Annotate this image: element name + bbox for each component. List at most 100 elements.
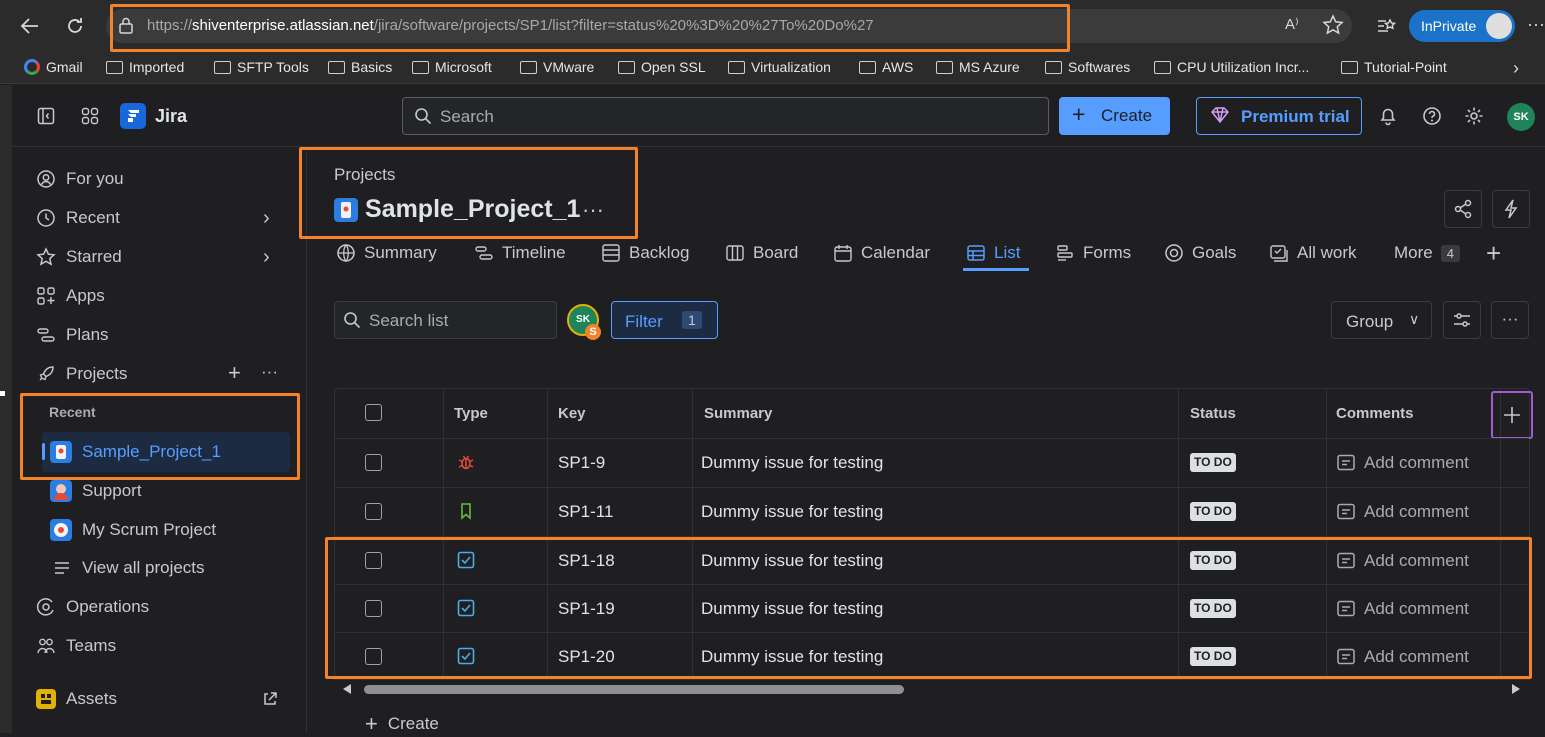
- bookmark-folder[interactable]: Softwares: [1045, 59, 1130, 75]
- status-badge[interactable]: TO DO: [1190, 453, 1236, 472]
- tab-list[interactable]: List: [966, 243, 1020, 263]
- tab-backlog[interactable]: Backlog: [601, 243, 689, 263]
- add-project-icon[interactable]: +: [228, 360, 241, 386]
- sidebar-item-projects[interactable]: Projects: [36, 364, 127, 384]
- sidebar-project-support[interactable]: Support: [50, 480, 142, 502]
- add-column-button[interactable]: [1491, 391, 1533, 439]
- issue-summary[interactable]: Dummy issue for testing: [701, 647, 883, 667]
- tab-all-work[interactable]: All work: [1269, 243, 1357, 263]
- column-header-key[interactable]: Key: [558, 405, 586, 422]
- sidebar-item-assets[interactable]: Assets: [36, 689, 117, 709]
- tab-forms[interactable]: Forms: [1055, 243, 1131, 263]
- more-options-icon[interactable]: ···: [261, 362, 278, 382]
- status-badge[interactable]: TO DO: [1190, 502, 1236, 521]
- tab-more[interactable]: More 4: [1394, 243, 1460, 263]
- bookmark-folder[interactable]: AWS: [859, 59, 913, 75]
- bookmark-folder[interactable]: SFTP Tools: [214, 59, 309, 75]
- app-name[interactable]: Jira: [155, 106, 187, 127]
- back-icon[interactable]: [19, 15, 41, 37]
- bookmark-folder[interactable]: Basics: [328, 59, 392, 75]
- scroll-right-arrow-icon[interactable]: [1512, 684, 1520, 694]
- bookmark-folder[interactable]: MS Azure: [936, 59, 1020, 75]
- user-avatar[interactable]: SK: [1507, 103, 1535, 131]
- scroll-left-arrow-icon[interactable]: [343, 684, 351, 694]
- view-settings-button[interactable]: [1443, 301, 1481, 339]
- sidebar-item-operations[interactable]: Operations: [36, 597, 149, 617]
- settings-gear-icon[interactable]: [1464, 106, 1484, 126]
- lock-icon[interactable]: [117, 16, 135, 34]
- column-header-summary[interactable]: Summary: [704, 405, 772, 422]
- column-header-type[interactable]: Type: [454, 405, 488, 422]
- bookmark-gmail[interactable]: Gmail: [24, 59, 83, 75]
- add-comment-link[interactable]: Add comment: [1336, 453, 1469, 473]
- share-button[interactable]: [1444, 190, 1482, 228]
- create-issue-button[interactable]: + Create: [365, 711, 439, 737]
- bookmark-folder[interactable]: Virtualization: [728, 59, 831, 75]
- tab-goals[interactable]: Goals: [1164, 243, 1236, 263]
- tab-board[interactable]: Board: [725, 243, 798, 263]
- row-checkbox[interactable]: [365, 648, 382, 665]
- chevron-right-icon[interactable]: ›: [263, 207, 270, 230]
- favorites-list-icon[interactable]: [1375, 15, 1397, 37]
- breadcrumb[interactable]: Projects: [334, 165, 395, 185]
- issue-key[interactable]: SP1-18: [558, 551, 615, 571]
- add-comment-link[interactable]: Add comment: [1336, 551, 1469, 571]
- sidebar-view-all-projects[interactable]: View all projects: [52, 558, 205, 578]
- tab-calendar[interactable]: Calendar: [833, 243, 930, 263]
- sidebar-project-sample[interactable]: Sample_Project_1: [50, 441, 221, 463]
- browser-menu-icon[interactable]: ···: [1527, 14, 1545, 35]
- read-aloud-icon[interactable]: A⁾: [1285, 15, 1299, 33]
- bookmark-folder[interactable]: VMware: [520, 59, 594, 75]
- app-switcher-icon[interactable]: [81, 107, 99, 125]
- select-all-checkbox[interactable]: [365, 404, 382, 421]
- sidebar-item-recent[interactable]: Recent: [36, 208, 120, 228]
- sidebar-item-for-you[interactable]: For you: [36, 169, 124, 189]
- more-actions-button[interactable]: ···: [1491, 301, 1529, 339]
- automation-button[interactable]: [1492, 190, 1530, 228]
- refresh-icon[interactable]: [64, 15, 86, 37]
- issue-key[interactable]: SP1-11: [558, 502, 613, 522]
- bookmark-folder[interactable]: Tutorial-Point: [1341, 59, 1447, 75]
- chevron-right-icon[interactable]: ›: [263, 246, 270, 269]
- sidebar-toggle-icon[interactable]: [37, 107, 55, 125]
- url-text[interactable]: https://shiventerprise.atlassian.net/jir…: [147, 17, 874, 34]
- add-comment-link[interactable]: Add comment: [1336, 599, 1469, 619]
- row-checkbox[interactable]: [365, 552, 382, 569]
- tab-timeline[interactable]: Timeline: [474, 243, 566, 263]
- tab-summary[interactable]: Summary: [336, 243, 437, 263]
- column-header-status[interactable]: Status: [1190, 405, 1236, 422]
- sidebar-item-teams[interactable]: Teams: [36, 636, 116, 656]
- add-tab-icon[interactable]: +: [1486, 238, 1501, 269]
- bookmark-folder[interactable]: Open SSL: [618, 59, 706, 75]
- sidebar-item-plans[interactable]: Plans: [36, 325, 109, 345]
- status-badge[interactable]: TO DO: [1190, 551, 1236, 570]
- bookmark-folder[interactable]: Microsoft: [412, 59, 492, 75]
- help-icon[interactable]: [1422, 106, 1442, 126]
- premium-trial-button[interactable]: Premium trial: [1196, 97, 1362, 135]
- column-header-comments[interactable]: Comments: [1336, 405, 1414, 422]
- global-search-input[interactable]: [402, 97, 1049, 135]
- add-comment-link[interactable]: Add comment: [1336, 647, 1469, 667]
- favorite-star-icon[interactable]: [1322, 14, 1344, 36]
- status-badge[interactable]: TO DO: [1190, 599, 1236, 618]
- issue-summary[interactable]: Dummy issue for testing: [701, 599, 883, 619]
- row-checkbox[interactable]: [365, 454, 382, 471]
- group-button[interactable]: Group ∨: [1331, 301, 1432, 339]
- jira-logo-icon[interactable]: [120, 103, 146, 129]
- row-checkbox[interactable]: [365, 600, 382, 617]
- assignee-avatar-filter[interactable]: SK S: [567, 304, 601, 340]
- chevron-right-icon[interactable]: ›: [1513, 58, 1519, 79]
- issue-key[interactable]: SP1-9: [558, 453, 605, 473]
- add-comment-link[interactable]: Add comment: [1336, 502, 1469, 522]
- scrollbar-thumb[interactable]: [364, 685, 904, 694]
- bookmark-folder[interactable]: CPU Utilization Incr...: [1154, 59, 1309, 75]
- external-link-icon[interactable]: [262, 691, 278, 707]
- notifications-bell-icon[interactable]: [1378, 106, 1398, 126]
- create-button[interactable]: + Create: [1059, 97, 1170, 135]
- row-checkbox[interactable]: [365, 503, 382, 520]
- filter-button[interactable]: Filter 1: [611, 301, 718, 339]
- project-more-icon[interactable]: ···: [582, 197, 604, 223]
- bookmark-folder[interactable]: Imported: [106, 59, 184, 75]
- issue-key[interactable]: SP1-19: [558, 599, 615, 619]
- status-badge[interactable]: TO DO: [1190, 647, 1236, 666]
